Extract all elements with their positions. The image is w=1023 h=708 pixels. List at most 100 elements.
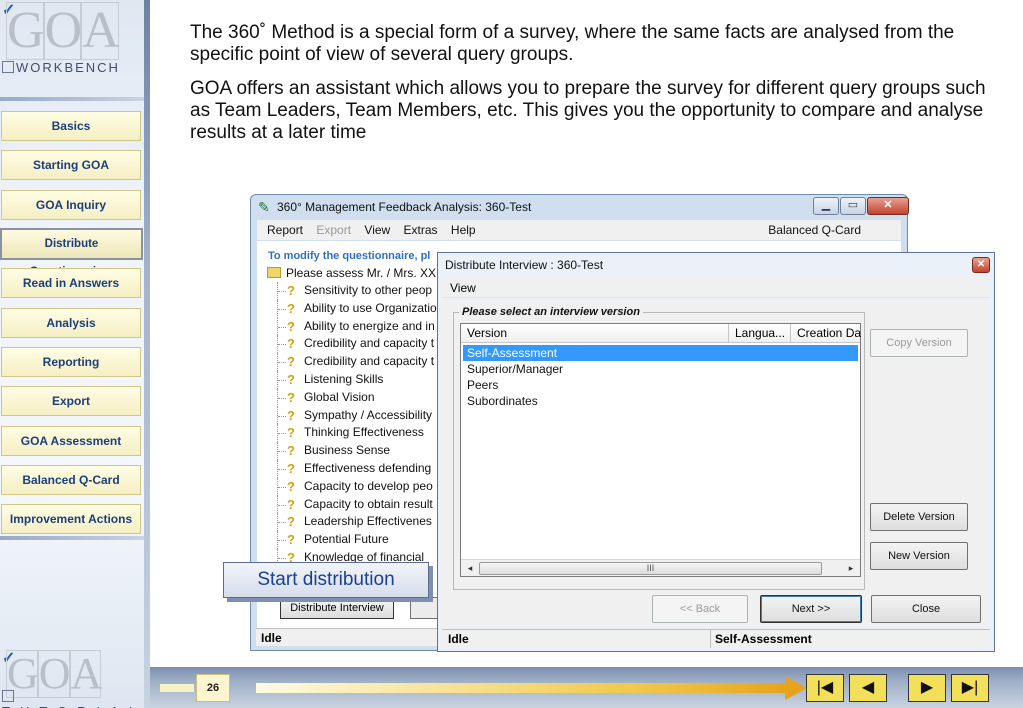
nav-item-basics[interactable]: Basics xyxy=(1,111,141,141)
feedback-app-icon: ✎ xyxy=(258,199,270,215)
question-icon: ? xyxy=(287,336,295,352)
tree-item[interactable]: ? Business Sense xyxy=(277,442,437,460)
maximize-button[interactable]: ▭ xyxy=(840,197,866,215)
column-creation-date[interactable]: Creation Da xyxy=(791,324,862,343)
goa-logo-letters: GOA xyxy=(6,2,120,60)
tree-item[interactable]: ? Potential Future xyxy=(277,531,437,549)
logo-subtitle: WORKBENCH xyxy=(2,60,120,75)
dialog-status-bar: Idle Self-Assessment xyxy=(442,629,990,648)
nav-item-distribute-questionnaires[interactable]: Distribute Questionnaires xyxy=(0,228,143,278)
delete-version-button[interactable]: Delete Version xyxy=(870,503,968,531)
version-group-label: Please select an interview version xyxy=(459,306,643,318)
dialog-menu-view[interactable]: View xyxy=(450,281,476,295)
tree-item[interactable]: ? Thinking Effectiveness xyxy=(277,424,437,443)
question-icon: ? xyxy=(287,283,295,298)
tree-item[interactable]: ? Ability to use Organizatio xyxy=(277,299,437,318)
tree-item[interactable]: ? Global Vision xyxy=(277,388,437,407)
copy-version-button[interactable]: Copy Version xyxy=(870,329,968,357)
menu-report[interactable]: Report xyxy=(267,223,303,237)
start-distribution-callout: Start distribution xyxy=(223,562,429,598)
dialog-title: Distribute Interview : 360-Test xyxy=(445,258,604,272)
menu-view[interactable]: View xyxy=(364,223,390,237)
next-page-icon[interactable]: ▶ xyxy=(908,674,946,702)
list-item[interactable]: Self-Assessment xyxy=(463,345,858,361)
tree-root-label: Please assess Mr. / Mrs. XX xyxy=(286,266,437,280)
question-icon: ? xyxy=(287,371,295,387)
question-icon: ? xyxy=(287,532,295,548)
back-button[interactable]: << Back xyxy=(652,595,748,623)
column-language[interactable]: Langua... xyxy=(729,324,791,343)
tree-item[interactable]: ? Ability to energize and in xyxy=(277,317,437,336)
last-page-icon[interactable]: ▶| xyxy=(951,674,989,702)
question-icon: ? xyxy=(287,514,295,530)
page-number: 26 xyxy=(196,674,230,702)
first-page-icon[interactable]: |◀ xyxy=(806,674,844,702)
version-list[interactable]: Version Langua... Creation Da Self-Asses… xyxy=(460,323,861,577)
sidebar-rail xyxy=(144,0,150,708)
nav-item-read-in-answers[interactable]: Read in Answers xyxy=(1,268,141,298)
list-item[interactable]: Subordinates xyxy=(463,393,858,409)
minimize-button[interactable]: ▁ xyxy=(813,197,839,215)
menu-extras[interactable]: Extras xyxy=(404,223,438,237)
question-icon: ? xyxy=(287,407,295,423)
question-tree: ? Sensitivity to other peop ? Ability to u… xyxy=(277,282,437,567)
progress-arrow-icon xyxy=(785,676,807,700)
tree-item[interactable]: ? Sympathy / Accessibility xyxy=(277,406,437,425)
version-list-rows: Self-Assessment Superior/Manager Peers S… xyxy=(463,345,858,409)
horizontal-scrollbar[interactable]: ◂ III ▸ xyxy=(461,559,860,576)
tree-root[interactable]: Please assess Mr. / Mrs. XX xyxy=(267,266,437,280)
tree-item[interactable]: ? Credibility and capacity t xyxy=(277,353,437,371)
list-item[interactable]: Superior/Manager xyxy=(463,361,858,377)
nav-item-reporting[interactable]: Reporting xyxy=(1,347,141,377)
list-item[interactable]: Peers xyxy=(463,377,858,393)
tree-item[interactable]: ? Credibility and capacity t xyxy=(277,335,437,354)
column-version[interactable]: Version xyxy=(461,324,729,343)
question-icon: ? xyxy=(287,478,295,494)
intro-paragraph-1: The 360˚ Method is a special form of a s… xyxy=(190,22,955,65)
distribute-interview-button[interactable]: Distribute Interview xyxy=(280,597,394,619)
menu-help[interactable]: Help xyxy=(451,223,476,237)
question-icon: ? xyxy=(287,460,295,476)
menu-balanced-q-card[interactable]: Balanced Q-Card xyxy=(768,220,861,240)
version-list-header: Version Langua... Creation Da xyxy=(461,324,862,343)
modify-hint: To modify the questionnaire, pl xyxy=(268,250,431,262)
close-window-button[interactable]: ✕ xyxy=(867,197,909,215)
tree-item[interactable]: ? Capacity to obtain result xyxy=(277,495,437,514)
dialog-titlebar[interactable]: Distribute Interview : 360-Test ✕ xyxy=(438,253,994,277)
scroll-right-icon[interactable]: ▸ xyxy=(844,561,858,575)
nav-item-goa-assessment[interactable]: GOA Assessment xyxy=(1,426,141,456)
question-icon: ? xyxy=(287,496,295,512)
close-button[interactable]: Close xyxy=(871,595,981,623)
goa-tutorial-logo: ✓ GOA TUTORIAL xyxy=(0,648,144,708)
menu-export[interactable]: Export xyxy=(316,223,351,237)
nav-item-starting-goa[interactable]: Starting GOA xyxy=(1,150,141,180)
footer-dash xyxy=(160,684,194,692)
tree-item[interactable]: ? Effectiveness defending xyxy=(277,459,437,478)
logo-subtitle: TUTORIAL xyxy=(2,689,146,708)
tree-item[interactable]: ? Sensitivity to other peop xyxy=(277,282,437,300)
secondary-button[interactable] xyxy=(410,597,438,619)
tree-item[interactable]: ? Listening Skills xyxy=(277,370,437,389)
nav-item-balanced-q-card[interactable]: Balanced Q-Card xyxy=(1,465,141,495)
question-icon: ? xyxy=(287,443,295,459)
tree-item[interactable]: ? Leadership Effectivenes xyxy=(277,513,437,532)
main-window-titlebar[interactable]: ✎ 360° Management Feedback Analysis: 360… xyxy=(251,195,909,219)
question-icon: ? xyxy=(287,300,295,316)
new-version-button[interactable]: New Version xyxy=(870,542,968,570)
nav-item-export[interactable]: Export xyxy=(1,386,141,416)
tree-item[interactable]: ? Capacity to develop peo xyxy=(277,477,437,496)
nav-item-analysis[interactable]: Analysis xyxy=(1,308,141,338)
nav-item-improvement-actions[interactable]: Improvement Actions xyxy=(1,504,141,534)
nav-item-goa-inquiry[interactable]: GOA Inquiry xyxy=(1,190,141,220)
previous-page-icon[interactable]: ◀ xyxy=(849,674,887,702)
progress-bar xyxy=(256,683,796,693)
scrollbar-thumb[interactable]: III xyxy=(479,562,822,575)
scroll-left-icon[interactable]: ◂ xyxy=(463,561,477,575)
goa-workbench-logo: ✓ GOA WORKBENCH xyxy=(0,0,144,92)
folder-icon xyxy=(267,267,281,278)
main-window-title: 360° Management Feedback Analysis: 360-T… xyxy=(277,200,532,214)
dialog-status-right: Self-Assessment xyxy=(710,630,812,648)
dialog-close-icon[interactable]: ✕ xyxy=(972,257,990,273)
next-button[interactable]: Next >> xyxy=(760,595,862,623)
nav-separator xyxy=(0,536,144,540)
